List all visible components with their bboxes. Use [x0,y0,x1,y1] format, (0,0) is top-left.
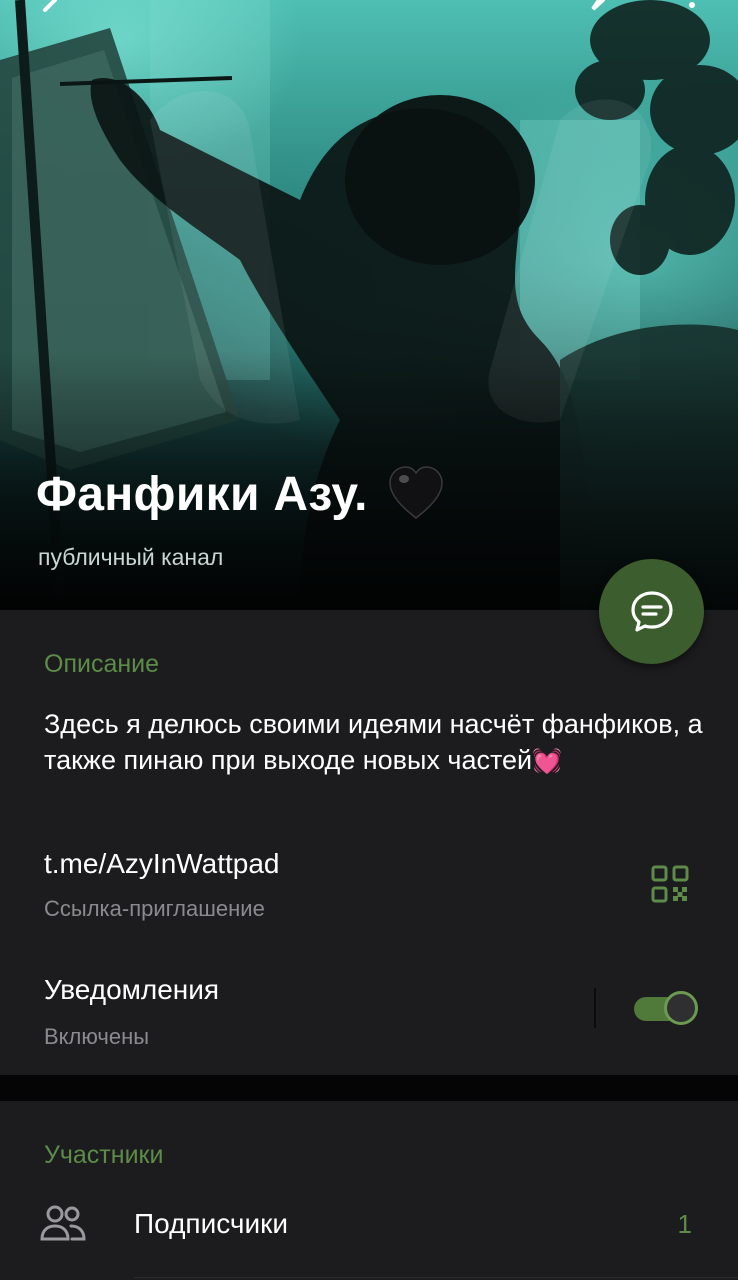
members-section: Участники Подписчики 1 [0,1101,738,1280]
channel-cover: Фанфики Азу. публичный канал [0,0,738,610]
toggle-knob [664,991,698,1025]
description-body: Здесь я делюсь своими идеями насчёт фанф… [44,709,703,775]
more-vertical-icon [689,2,695,8]
description-label: Описание [44,650,160,678]
message-icon [630,590,673,632]
back-button[interactable] [24,0,72,22]
subscribers-row[interactable]: Подписчики 1 [0,1181,738,1278]
notifications-toggle[interactable] [634,990,698,1028]
notifications-status: Включены [44,1024,150,1049]
channel-title: Фанфики Азу. [36,467,368,521]
subscribers-label: Подписчики [134,1208,289,1239]
edit-button[interactable] [572,0,620,22]
qr-code-icon [651,865,689,903]
qr-code-button[interactable] [650,864,690,904]
subscribers-count: 1 [677,1209,692,1239]
section-separator [0,1075,738,1101]
back-arrow-icon [43,0,57,12]
notifications-label[interactable]: Уведомления [44,974,219,1006]
description-text: Здесь я делюсь своими идеями насчёт фанф… [44,706,704,780]
people-icon [40,1205,86,1241]
invite-link-caption: Ссылка-приглашение [44,896,265,921]
black-heart-icon [389,466,443,520]
members-label: Участники [44,1141,164,1169]
more-button[interactable] [668,0,716,22]
pencil-icon [591,0,605,11]
message-button[interactable] [599,559,704,664]
notifications-divider [594,988,596,1028]
heart-emoji: 💓 [532,748,563,775]
row-divider [134,1277,738,1278]
channel-title-row: Фанфики Азу. [36,462,448,526]
channel-type: публичный канал [38,544,224,570]
channel-info-section: Описание Здесь я делюсь своими идеями на… [0,610,738,1075]
invite-link[interactable]: t.me/AzyInWattpad [44,848,280,880]
